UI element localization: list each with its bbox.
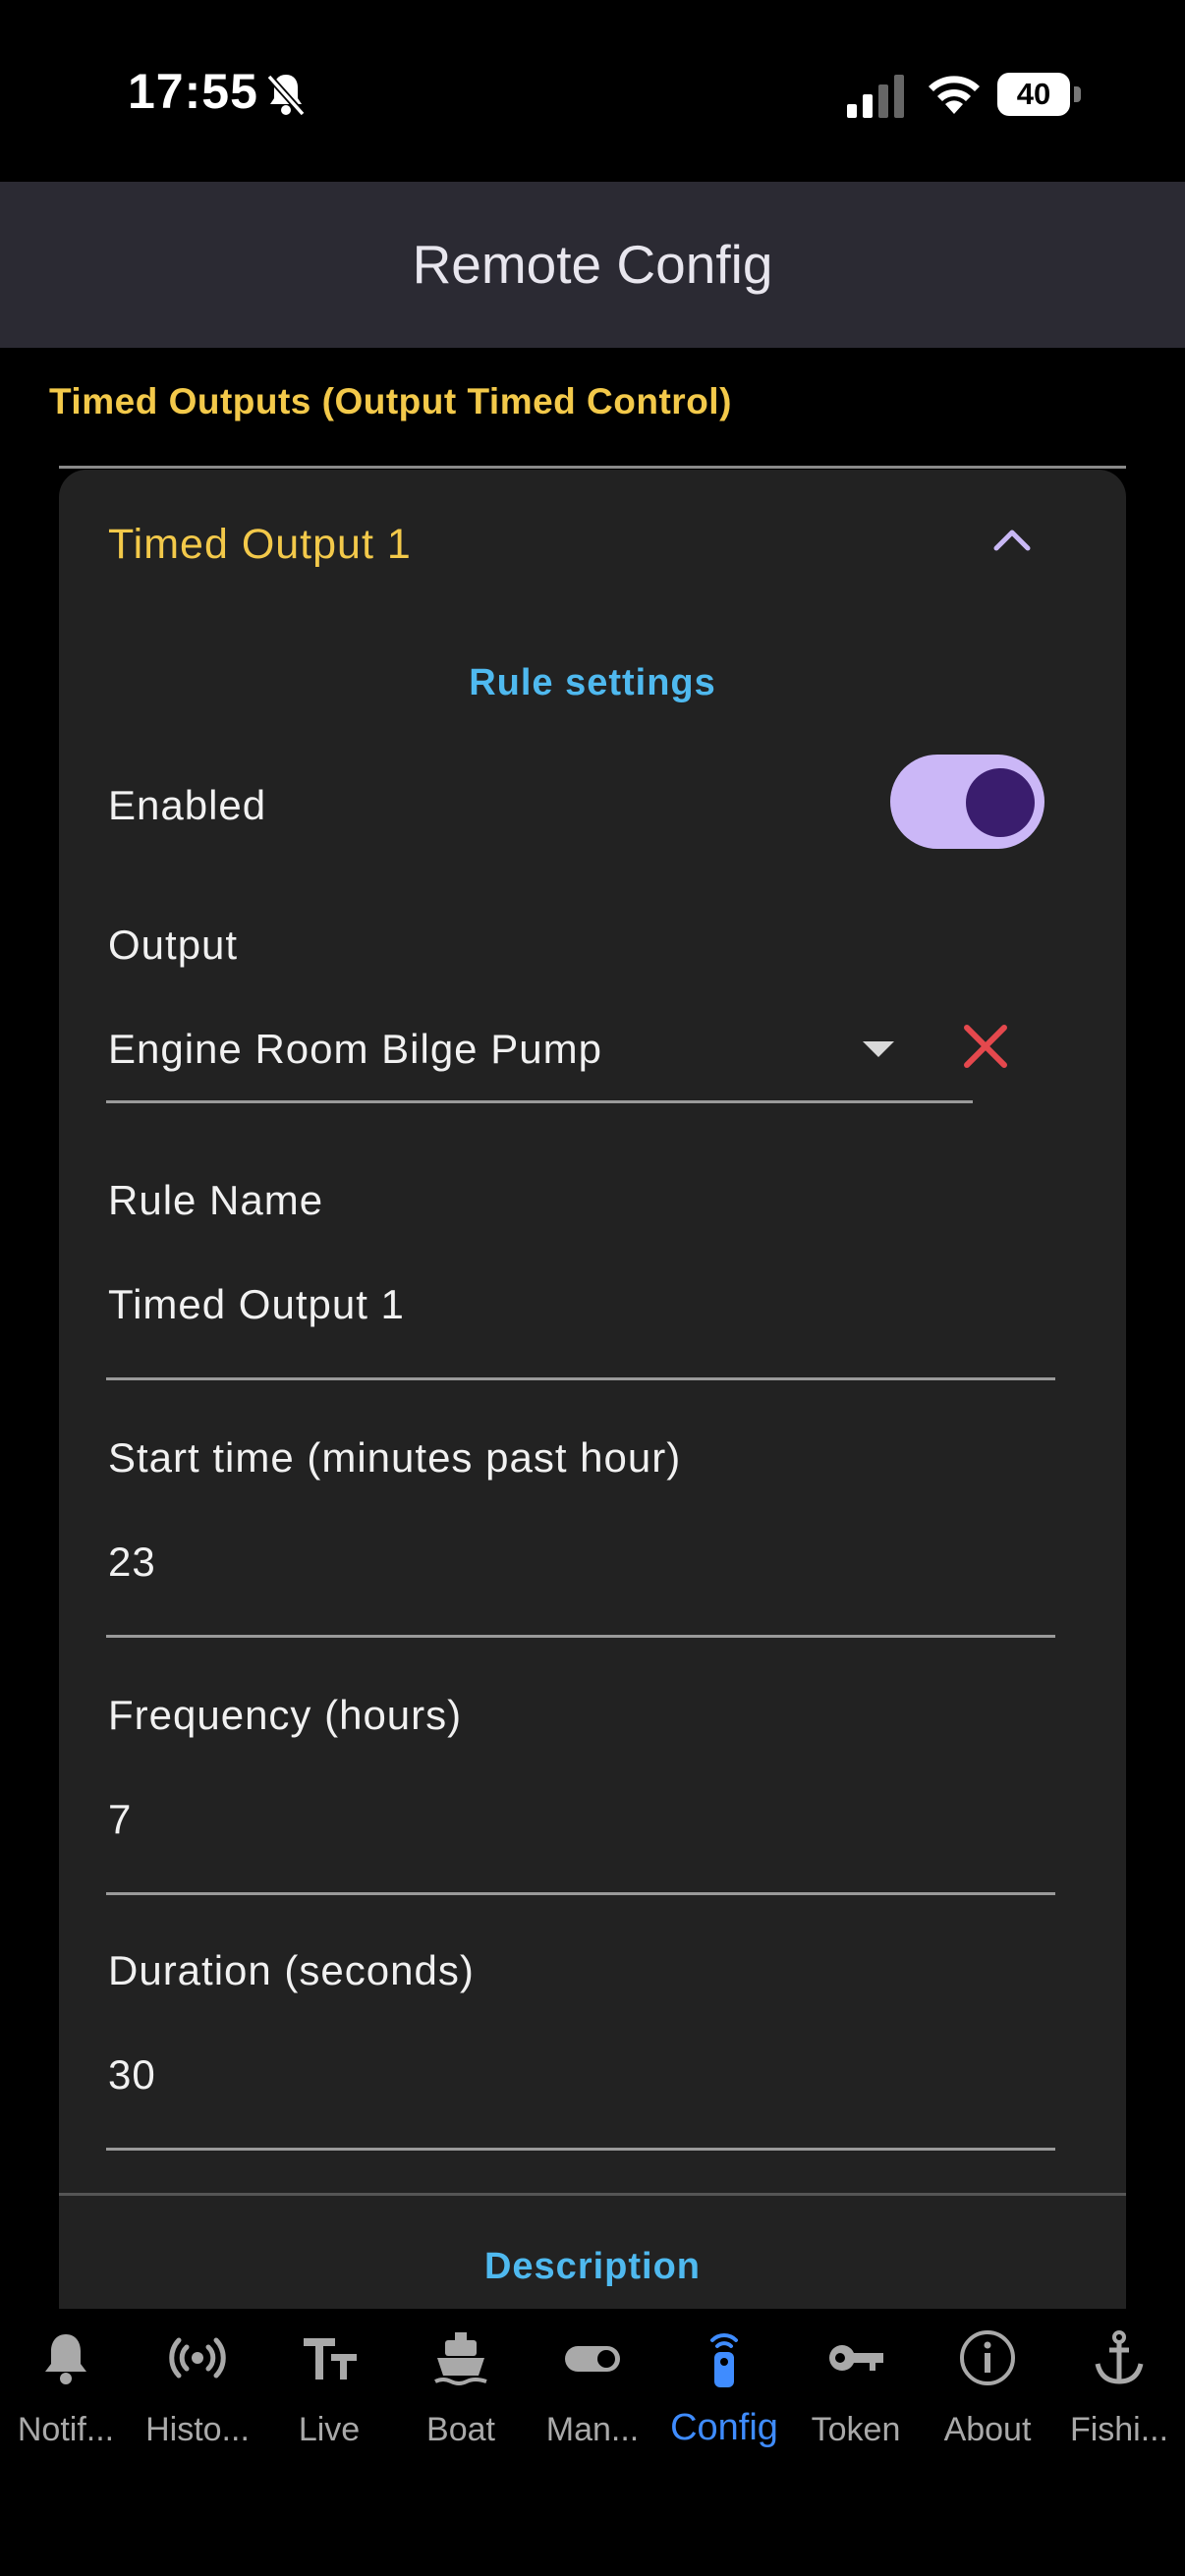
duration-label: Duration (seconds) bbox=[108, 1947, 475, 1993]
rule-settings-heading: Rule settings bbox=[469, 662, 716, 703]
nav-item-manual[interactable]: Man... bbox=[527, 2309, 658, 2466]
clear-icon[interactable] bbox=[961, 1022, 1010, 1071]
enabled-label: Enabled bbox=[108, 782, 267, 828]
card-title[interactable]: Timed Output 1 bbox=[108, 521, 412, 569]
frequency-underline bbox=[106, 1892, 1055, 1895]
info-icon bbox=[960, 2330, 1015, 2385]
toggle-knob bbox=[966, 768, 1035, 837]
section-divider bbox=[59, 466, 1126, 469]
nav-label: Token bbox=[811, 2411, 901, 2448]
key-icon bbox=[829, 2345, 883, 2371]
output-label: Output bbox=[108, 922, 239, 968]
bottom-nav: Notif... Histo... Live Boat Man... Confi… bbox=[0, 2309, 1185, 2576]
nav-item-config[interactable]: Config bbox=[658, 2309, 790, 2466]
nav-label: Man... bbox=[545, 2411, 640, 2448]
nav-label: Notif... bbox=[17, 2411, 115, 2448]
rule-name-label: Rule Name bbox=[108, 1177, 324, 1223]
nav-label: Live bbox=[298, 2411, 361, 2448]
page-title: Remote Config bbox=[412, 234, 773, 295]
nav-label: About bbox=[943, 2411, 1032, 2448]
section-title: Timed Outputs (Output Timed Control) bbox=[49, 381, 732, 421]
battery-level: 40 bbox=[997, 73, 1070, 116]
duration-input[interactable]: 30 bbox=[108, 2051, 156, 2099]
nav-item-history[interactable]: Histo... bbox=[132, 2309, 263, 2466]
wifi-icon bbox=[929, 76, 980, 114]
battery-indicator: 40 bbox=[997, 73, 1082, 116]
nav-label: Config bbox=[670, 2407, 778, 2448]
output-select[interactable]: Engine Room Bilge Pump bbox=[108, 1026, 602, 1073]
nav-label: Fishi... bbox=[1069, 2411, 1169, 2448]
anchor-icon bbox=[1095, 2330, 1144, 2384]
status-time: 17:55 bbox=[128, 64, 258, 119]
enabled-toggle[interactable] bbox=[890, 755, 1044, 849]
nav-item-token[interactable]: Token bbox=[790, 2309, 922, 2466]
remote-icon bbox=[710, 2333, 738, 2387]
start-time-input[interactable]: 23 bbox=[108, 1539, 156, 1586]
chevron-up-icon[interactable] bbox=[992, 527, 1032, 552]
broadcast-icon bbox=[169, 2337, 226, 2379]
dropdown-arrow-icon[interactable] bbox=[863, 1041, 894, 1057]
nav-item-about[interactable]: About bbox=[922, 2309, 1053, 2466]
status-bar: 17:55 40 bbox=[0, 0, 1185, 182]
duration-underline bbox=[106, 2148, 1055, 2151]
nav-item-notifications[interactable]: Notif... bbox=[0, 2309, 132, 2466]
nav-label: Boat bbox=[426, 2411, 495, 2448]
toggle-icon bbox=[565, 2346, 620, 2372]
timed-output-card: Timed Output 1 Rule settings Enabled Out… bbox=[59, 470, 1126, 2309]
nav-label: Histo... bbox=[145, 2411, 250, 2448]
card-divider bbox=[59, 2193, 1126, 2196]
cellular-signal-icon bbox=[847, 75, 904, 118]
rule-name-input[interactable]: Timed Output 1 bbox=[108, 1281, 405, 1328]
frequency-input[interactable]: 7 bbox=[108, 1796, 132, 1843]
text-size-icon bbox=[304, 2338, 357, 2380]
nav-item-boat[interactable]: Boat bbox=[395, 2309, 527, 2466]
description-heading: Description bbox=[483, 2246, 702, 2287]
start-time-label: Start time (minutes past hour) bbox=[108, 1434, 682, 1481]
ship-icon bbox=[434, 2332, 487, 2385]
rule-name-underline bbox=[106, 1377, 1055, 1380]
output-underline bbox=[106, 1100, 973, 1103]
app-bar: Remote Config bbox=[0, 182, 1185, 348]
bell-muted-icon bbox=[266, 74, 306, 117]
bell-icon bbox=[45, 2334, 86, 2384]
config-content[interactable]: Timed Outputs (Output Timed Control) Tim… bbox=[0, 348, 1185, 2309]
start-time-underline bbox=[106, 1635, 1055, 1638]
frequency-label: Frequency (hours) bbox=[108, 1692, 463, 1738]
nav-item-live[interactable]: Live bbox=[263, 2309, 395, 2466]
battery-tip bbox=[1074, 86, 1081, 102]
nav-item-fishing[interactable]: Fishi... bbox=[1053, 2309, 1185, 2466]
